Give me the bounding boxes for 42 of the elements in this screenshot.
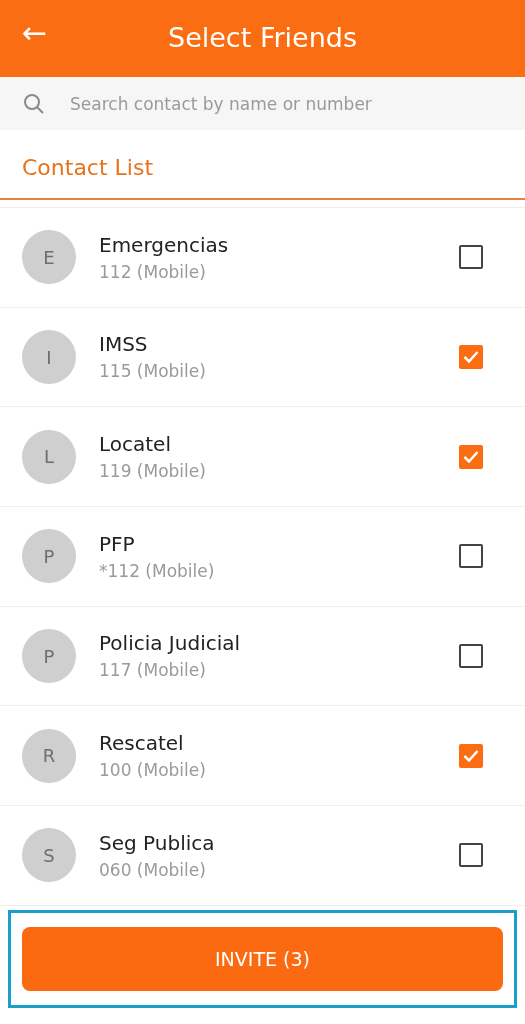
checkbox[interactable] bbox=[459, 843, 483, 868]
contact-row[interactable]: P Policia Judicial 117 (Mobile) bbox=[0, 606, 525, 707]
avatar: R bbox=[22, 728, 76, 783]
contact-number: 060 (Mobile) bbox=[99, 858, 207, 882]
avatar: L bbox=[22, 429, 76, 484]
contact-number: 115 (Mobile) bbox=[99, 360, 207, 384]
search-field[interactable]: Search contact by name or number bbox=[0, 77, 525, 130]
avatar: I bbox=[22, 330, 76, 385]
checkbox[interactable] bbox=[459, 345, 483, 370]
contact-number: 112 (Mobile) bbox=[99, 260, 207, 284]
checkbox[interactable] bbox=[459, 544, 483, 569]
contact-name: Policia Judicial bbox=[99, 630, 242, 658]
contact-name: Rescatel bbox=[99, 730, 185, 758]
check-icon bbox=[463, 350, 479, 365]
contact-row[interactable]: E Emergencias 112 (Mobile) bbox=[0, 208, 525, 308]
contact-row[interactable]: S Seg Publica 060 (Mobile) bbox=[0, 806, 525, 906]
contact-name: PFP bbox=[99, 530, 136, 558]
contact-name: Locatel bbox=[99, 430, 172, 458]
avatar: S bbox=[22, 828, 76, 883]
contact-number: 100 (Mobile) bbox=[99, 759, 207, 783]
checkbox[interactable] bbox=[459, 245, 483, 270]
search-icon bbox=[22, 92, 46, 116]
contact-name: IMSS bbox=[99, 331, 149, 359]
contact-name: Seg Publica bbox=[99, 829, 216, 857]
avatar: E bbox=[22, 230, 76, 285]
contact-row[interactable]: I IMSS 115 (Mobile) bbox=[0, 307, 525, 408]
checkbox[interactable] bbox=[459, 644, 483, 669]
section-title: Contact List bbox=[22, 154, 154, 182]
contact-row[interactable]: L Locatel 119 (Mobile) bbox=[0, 407, 525, 508]
contact-number: *112 (Mobile) bbox=[99, 559, 216, 583]
contact-number: 117 (Mobile) bbox=[99, 659, 207, 683]
page-title: Select Friends bbox=[168, 21, 357, 56]
check-icon bbox=[463, 449, 479, 464]
contact-row[interactable]: R Rescatel 100 (Mobile) bbox=[0, 706, 525, 807]
avatar: P bbox=[22, 629, 76, 684]
checkbox[interactable] bbox=[459, 743, 483, 768]
checkbox[interactable] bbox=[459, 444, 483, 469]
check-icon bbox=[463, 748, 479, 763]
contact-name: Emergencias bbox=[99, 231, 230, 259]
contact-row[interactable]: P PFP *112 (Mobile) bbox=[0, 507, 525, 607]
avatar: P bbox=[22, 529, 76, 584]
contact-number: 119 (Mobile) bbox=[99, 459, 207, 483]
